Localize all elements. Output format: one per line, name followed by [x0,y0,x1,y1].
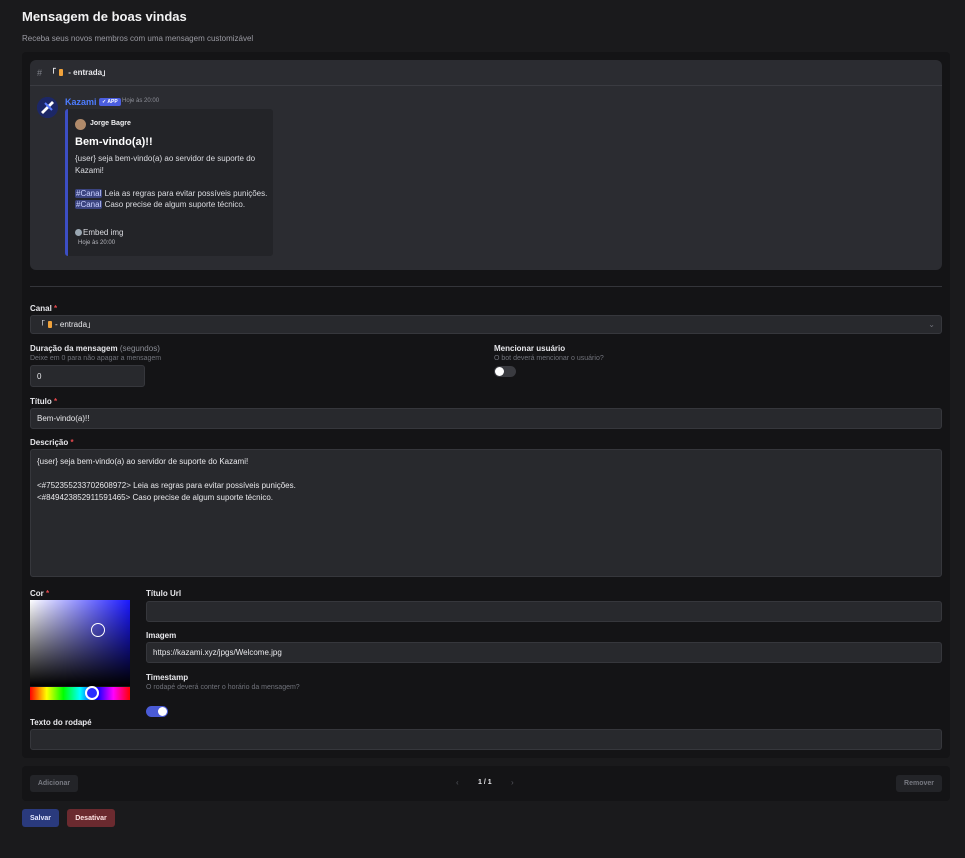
timestamp-toggle[interactable] [146,706,168,717]
app-badge: ✓ APP [99,98,121,106]
preview-channel-header: # 「 - entrada」 [30,60,942,86]
embed-preview: Jorge Bagre Bem-vindo(a)!! {user} seja b… [65,109,273,256]
preview-channel-name: 「 - entrada」 [48,68,111,77]
embed-image: Embed img [75,228,123,237]
hue-handle[interactable] [85,686,99,700]
divider [30,286,942,287]
page-subtitle: Receba seus novos membros com uma mensag… [22,34,254,43]
channel-emoji-icon [59,69,64,76]
duracao-hint: Deixe em 0 para não apagar a mensagem [30,355,162,362]
channel-mention: #Canal [75,200,103,209]
page-indicator: 1 / 1 [478,779,492,786]
imagem-input[interactable]: https://kazami.xyz/jpgs/Welcome.jpg [146,642,942,663]
remove-embed-button[interactable]: Remover [896,775,942,792]
prev-page-icon[interactable]: ‹ [456,778,459,787]
embed-title: Bem-vindo(a)!! [75,136,153,148]
timestamp-hint: O rodapé deverá conter o horário da mens… [146,684,300,691]
channel-emoji-icon [48,321,52,328]
rodape-input[interactable] [30,729,942,750]
titulo-input[interactable]: Bem-vindo(a)!! [30,408,942,429]
author-avatar [75,119,86,130]
saturation-handle[interactable] [91,623,105,637]
imagem-label: Imagem [146,631,177,640]
saturation-area[interactable] [30,600,130,686]
channel-mention: #Canal [75,188,103,198]
next-page-icon[interactable]: › [511,778,514,787]
page-title: Mensagem de boas vindas [22,9,187,24]
titulo-label: Título * [30,397,58,406]
disable-button[interactable]: Desativar [67,809,115,827]
duracao-input[interactable]: 0 [30,365,145,387]
mencionar-hint: O bot deverá mencionar o usuário? [494,355,604,362]
hue-slider[interactable] [30,687,130,700]
bot-name: Kazami [65,97,97,107]
titulo-url-label: Título Url [146,589,182,598]
chevron-down-icon: ⌄ [928,320,935,329]
channel-hash-icon: # [37,67,43,78]
mencionar-label: Mencionar usuário [494,344,566,353]
embed-footer: Hoje às 20:00 [78,240,116,246]
duracao-label: Duração da mensagem (segundos) [30,344,160,353]
descricao-label: Descrição * [30,438,74,447]
bot-avatar [37,97,58,118]
embed-description: {user} seja bem-vindo(a) ao servidor de … [75,154,268,209]
canal-select[interactable]: 「 - entrada」 ⌄ [30,315,942,334]
rodape-label: Texto do rodapé [30,718,92,727]
mencionar-toggle[interactable] [494,366,516,377]
embed-author: Jorge Bagre [90,120,131,127]
cor-label: Cor * [30,589,50,598]
canal-label: Canal * [30,304,58,313]
message-time: Hoje às 20:00 [122,98,160,104]
message-preview: # 「 - entrada」 Kazami ✓ APP Hoje às 20:0… [30,60,942,270]
timestamp-label: Timestamp [146,673,189,682]
save-button[interactable]: Salvar [22,809,59,827]
titulo-url-input[interactable] [146,601,942,622]
descricao-textarea[interactable]: {user} seja bem-vindo(a) ao servidor de … [30,449,942,577]
color-picker[interactable] [30,600,130,700]
broken-image-icon [75,229,82,236]
add-embed-button[interactable]: Adicionar [30,775,78,792]
